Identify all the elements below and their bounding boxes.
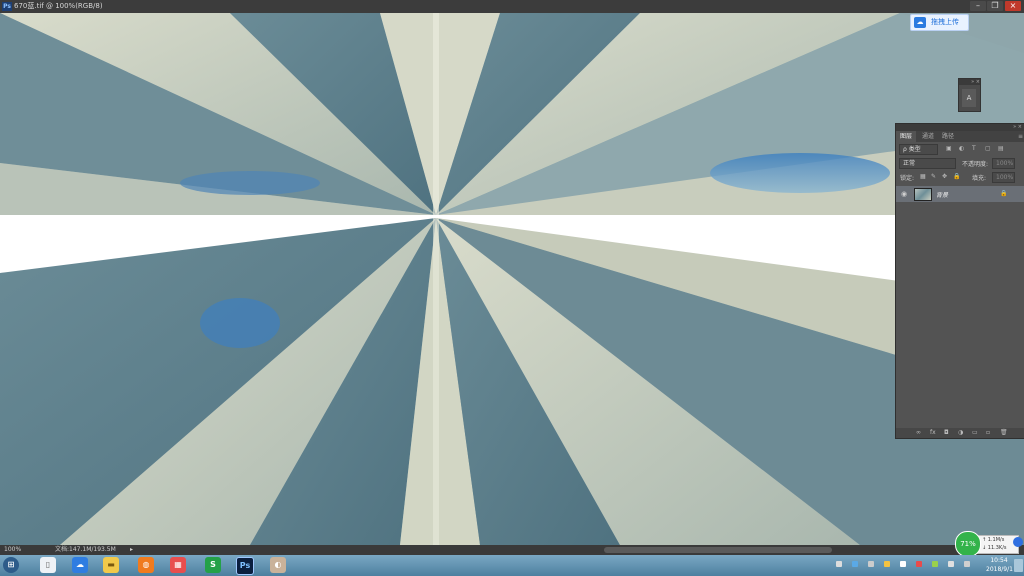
tray-icon-6[interactable] (916, 561, 922, 567)
lock-row: 锁定: ▦ ✎ ✥ 🔒 填充: 100% (896, 171, 1024, 183)
cloud-icon: ☁ (914, 17, 926, 28)
lock-all-icon[interactable]: 🔒 (953, 174, 960, 180)
status-menu-arrow-icon[interactable]: ▸ (130, 545, 133, 555)
document-canvas[interactable] (0, 13, 1024, 545)
image-viewer-icon[interactable]: ◐ (270, 557, 286, 573)
tray-icon-7[interactable] (932, 561, 938, 567)
new-layer-icon[interactable]: ▫ (986, 430, 991, 436)
upload-button[interactable]: ☁ 拖拽上传 (910, 14, 969, 31)
lock-transparency-icon[interactable]: ▦ (920, 174, 926, 180)
character-panel-icon[interactable]: A (962, 89, 976, 107)
lock-paint-icon[interactable]: ✎ (931, 174, 936, 180)
photoshop-taskbar-icon[interactable]: Ps (236, 557, 254, 575)
restore-button[interactable]: ❐ (987, 1, 1003, 11)
wps-icon[interactable]: S (205, 557, 221, 573)
photoshop-icon: Ps (2, 2, 12, 11)
pixel-filter-icon[interactable]: ▣ (946, 146, 952, 152)
layer-style-icon[interactable]: fx (930, 430, 936, 436)
tray-icon-9[interactable] (964, 561, 970, 567)
adjustment-filter-icon[interactable]: ◐ (959, 146, 964, 152)
lock-label: 锁定: (900, 175, 915, 182)
start-button[interactable]: ⊞ (3, 557, 19, 573)
tray-icon-8[interactable] (948, 561, 954, 567)
clock-time: 10:54 (990, 557, 1008, 564)
delete-layer-icon[interactable]: 🗑 (1000, 430, 1008, 436)
filter-row: ρ 类型 ▣ ◐ T ▢ ▤ (896, 143, 1024, 155)
fill-input[interactable]: 100% (992, 172, 1015, 183)
tray-icon-4[interactable] (884, 561, 890, 567)
layers-panel: » × 图层 通道 路径 ≡ ρ 类型 ▣ ◐ T ▢ ▤ 正常 不透明度: 1… (895, 123, 1024, 439)
blend-row: 正常 不透明度: 100% (896, 157, 1024, 169)
filter-type-select[interactable]: ρ 类型 (899, 144, 938, 155)
download-speed: ↓ 11.3K/s (982, 545, 1007, 551)
clock-date: 2018/9/1 (986, 566, 1013, 573)
tray-icon-2[interactable] (852, 561, 858, 567)
zoom-level[interactable]: 100% (4, 545, 21, 555)
tray-icon-5[interactable] (900, 561, 906, 567)
visibility-eye-icon[interactable]: ◉ (901, 190, 907, 198)
system-clock[interactable]: 10:54 2018/9/1 (986, 556, 1013, 574)
tab-paths[interactable]: 路径 (938, 131, 958, 142)
memory-usage-circle: 71% (955, 531, 981, 557)
minimize-button[interactable]: – (970, 1, 986, 11)
close-button[interactable]: × (1005, 1, 1021, 11)
smart-object-filter-icon[interactable]: ▤ (998, 146, 1004, 152)
panel-close-icon[interactable]: » × (959, 79, 980, 85)
layer-thumbnail (914, 188, 932, 201)
link-layers-icon[interactable]: ∞ (916, 430, 921, 436)
tray-icon-3[interactable] (868, 561, 874, 567)
document-title: 670蓝.tif @ 100%(RGB/8) (14, 2, 103, 10)
network-monitor[interactable]: ↑ 1.1M/s ↓ 11.3K/s 71% (955, 531, 1024, 557)
browser-icon[interactable]: ◍ (138, 557, 154, 573)
lock-position-icon[interactable]: ✥ (942, 174, 947, 180)
show-desktop-button[interactable] (1014, 559, 1023, 572)
folder-icon[interactable]: ▬ (103, 557, 119, 573)
status-bar: 100% 文档:147.1M/193.5M ▸ (0, 545, 1024, 555)
layer-item[interactable]: ◉ 背景 🔒 (896, 186, 1024, 202)
add-mask-icon[interactable]: ◘ (944, 430, 949, 436)
panel-tabs: 图层 通道 路径 ≡ (896, 131, 1024, 142)
accelerator-icon[interactable] (1013, 537, 1023, 547)
opacity-label: 不透明度: (962, 161, 989, 168)
tab-layers[interactable]: 图层 (896, 131, 917, 142)
artwork-image (0, 13, 1024, 545)
upload-label: 拖拽上传 (931, 18, 959, 26)
shape-filter-icon[interactable]: ▢ (985, 146, 991, 152)
type-filter-icon[interactable]: T (972, 146, 977, 152)
mosaic-app-icon[interactable]: ▦ (170, 557, 186, 573)
tab-channels[interactable]: 通道 (918, 131, 938, 142)
fill-label: 填充: (972, 175, 987, 182)
layer-name: 背景 (936, 192, 949, 199)
panel-menu-icon[interactable]: ≡ (1014, 131, 1024, 142)
layer-lock-icon: 🔒 (1000, 190, 1008, 197)
layers-footer: ∞ fx ◘ ◑ ▭ ▫ 🗑 (896, 428, 1024, 438)
tray-icon-1[interactable] (836, 561, 842, 567)
adjustment-layer-icon[interactable]: ◑ (958, 430, 963, 436)
opacity-input[interactable]: 100% (992, 158, 1015, 169)
file-icon[interactable]: ▯ (40, 557, 56, 573)
horizontal-scrollbar[interactable] (604, 547, 832, 553)
document-size: 文档:147.1M/193.5M (55, 546, 116, 553)
title-bar: Ps 670蓝.tif @ 100%(RGB/8) – ❐ × (0, 0, 1024, 13)
panel-collapse-icon[interactable]: » × (896, 124, 1024, 131)
taskbar: ⊞ ▯ ☁ ▬ ◍ ▦ S Ps ◐ 10:54 2018/9/1 (0, 555, 1024, 576)
new-group-icon[interactable]: ▭ (972, 430, 978, 436)
blend-mode-select[interactable]: 正常 (899, 158, 956, 169)
baidu-netdisk-icon[interactable]: ☁ (72, 557, 88, 573)
collapsed-panel[interactable]: » × A (958, 78, 981, 112)
